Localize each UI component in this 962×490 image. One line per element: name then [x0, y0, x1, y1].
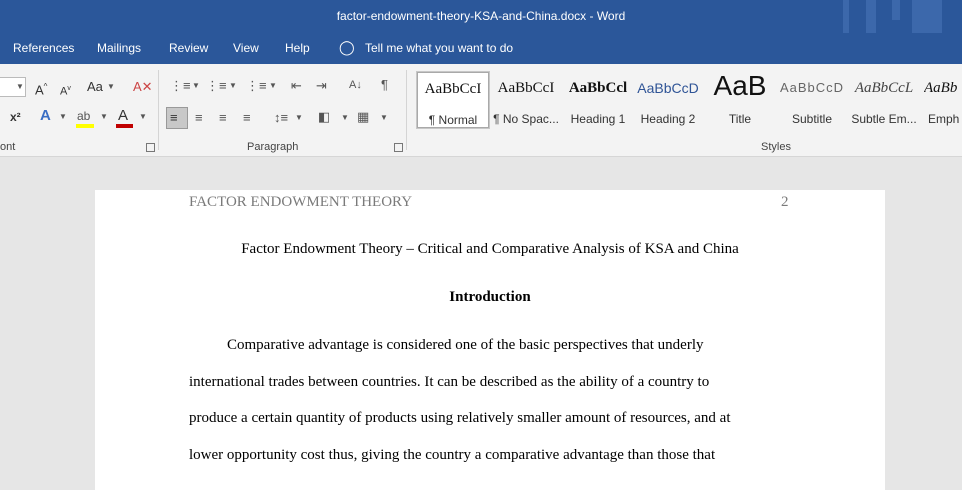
titlebar-decoration: [843, 0, 849, 33]
style-normal[interactable]: AaBbCcI ¶ Normal: [416, 71, 490, 129]
font-size-box[interactable]: ▼: [0, 77, 26, 97]
grow-font-icon[interactable]: A^: [35, 79, 47, 98]
chevron-down-icon[interactable]: ▼: [192, 78, 200, 94]
style-preview: AaBbCcD: [637, 80, 699, 96]
running-head: FACTOR ENDOWMENT THEORY: [189, 194, 413, 210]
font-group-label: ont: [0, 141, 16, 153]
borders-icon[interactable]: ▦: [357, 109, 369, 125]
chevron-down-icon[interactable]: ▼: [139, 109, 147, 125]
paragraph-dialog-launcher-icon[interactable]: .: [394, 143, 403, 152]
chevron-down-icon[interactable]: ▼: [100, 109, 108, 125]
style-emphasis[interactable]: AaBb Emph: [920, 72, 962, 128]
justify-icon[interactable]: ≡: [243, 110, 251, 126]
style-name: Emph: [928, 112, 960, 126]
multilevel-list-icon[interactable]: ⋮≡: [246, 78, 267, 94]
style-preview: AaBbCcL: [854, 80, 914, 96]
lightbulb-icon[interactable]: ◯: [339, 39, 355, 56]
highlight-icon[interactable]: ab: [77, 108, 90, 124]
style-name: Heading 2: [640, 112, 696, 126]
styles-gallery: AaBbCcI ¶ Normal AaBbCcI ¶ No Spac... Aa…: [414, 68, 962, 132]
group-separator: [406, 70, 407, 150]
superscript-icon[interactable]: x²: [10, 109, 21, 125]
style-title[interactable]: AaB Title: [704, 70, 776, 128]
style-name: ¶ Normal: [428, 113, 478, 127]
align-center-icon[interactable]: ≡: [195, 110, 203, 126]
style-name: Title: [728, 112, 752, 126]
chevron-down-icon[interactable]: ▼: [295, 110, 303, 126]
style-preview: AaB: [713, 70, 767, 101]
titlebar-decoration: [912, 0, 942, 33]
decrease-indent-icon[interactable]: ⇤: [291, 78, 302, 94]
highlight-color-bar: [76, 124, 94, 128]
align-left-button[interactable]: ≡: [166, 107, 188, 129]
shading-icon[interactable]: ◧: [318, 109, 330, 125]
paragraph-group-label: Paragraph: [247, 141, 299, 153]
section-heading[interactable]: Introduction: [95, 289, 885, 306]
document-page[interactable]: FACTOR ENDOWMENT THEORY 2 Factor Endowme…: [95, 190, 885, 490]
style-no-spacing[interactable]: AaBbCcI ¶ No Spac...: [490, 72, 562, 128]
style-subtle-emphasis[interactable]: AaBbCcL Subtle Em...: [848, 72, 920, 128]
titlebar-decoration: [866, 0, 876, 33]
style-heading-2[interactable]: AaBbCcD Heading 2: [632, 72, 704, 128]
style-name: ¶ No Spac...: [493, 112, 559, 126]
style-preview: AaBbCcl: [568, 80, 628, 96]
document-title[interactable]: Factor Endowment Theory – Critical and C…: [95, 241, 885, 258]
ribbon: ▼ A^ Av Aa ▼ A✕ x² A ▼ ab ▼ A ▼ ont . ⋮≡…: [0, 64, 962, 157]
style-preview: AaBbCcI: [497, 80, 555, 96]
bullets-icon[interactable]: ⋮≡: [170, 78, 191, 94]
font-color-icon[interactable]: A: [118, 108, 128, 124]
tab-mailings[interactable]: Mailings: [97, 41, 141, 55]
style-preview: AaBbCcI: [424, 81, 482, 97]
title-bar: factor-endowment-theory-KSA-and-China.do…: [0, 0, 962, 33]
style-subtitle[interactable]: AaBbCcD Subtitle: [776, 72, 848, 128]
style-name: Heading 1: [570, 112, 626, 126]
chevron-down-icon[interactable]: ▼: [380, 110, 388, 126]
style-heading-1[interactable]: AaBbCcl Heading 1: [562, 72, 634, 128]
titlebar-decoration: [892, 0, 900, 20]
window-title: factor-endowment-theory-KSA-and-China.do…: [336, 9, 626, 23]
chevron-down-icon[interactable]: ▼: [229, 78, 237, 94]
line-spacing-icon[interactable]: ↕≡: [274, 110, 288, 126]
body-line[interactable]: Comparative advantage is considered one …: [227, 337, 704, 354]
body-line[interactable]: lower opportunity cost thus, giving the …: [189, 447, 715, 464]
change-case-icon[interactable]: Aa: [87, 79, 103, 95]
style-preview: AaBb: [924, 80, 958, 96]
ribbon-tabs: References Mailings Review View Help ◯ T…: [0, 33, 962, 64]
font-color-bar: [116, 124, 133, 128]
increase-indent-icon[interactable]: ⇥: [316, 78, 327, 94]
chevron-down-icon[interactable]: ▼: [269, 78, 277, 94]
body-line[interactable]: produce a certain quantity of products u…: [189, 410, 731, 427]
text-effects-icon[interactable]: A: [40, 108, 51, 124]
style-preview: AaBbCcD: [779, 80, 845, 95]
group-separator: [158, 70, 159, 150]
font-dialog-launcher-icon[interactable]: .: [146, 143, 155, 152]
style-name: Subtitle: [791, 112, 833, 126]
show-paragraph-marks-icon[interactable]: ¶: [381, 77, 388, 93]
styles-group-label: Styles: [761, 141, 791, 153]
chevron-down-icon[interactable]: ▼: [16, 79, 24, 95]
chevron-down-icon[interactable]: ▼: [341, 110, 349, 126]
chevron-down-icon[interactable]: ▼: [59, 109, 67, 125]
sort-icon[interactable]: A↓: [349, 77, 362, 93]
clear-formatting-icon[interactable]: A✕: [133, 79, 153, 95]
tab-references[interactable]: References: [13, 41, 74, 55]
tab-help[interactable]: Help: [285, 41, 310, 55]
align-right-icon[interactable]: ≡: [219, 110, 227, 126]
style-name: Subtle Em...: [851, 112, 917, 126]
numbering-icon[interactable]: ⋮≡: [206, 78, 227, 94]
tell-me-search[interactable]: Tell me what you want to do: [365, 41, 513, 55]
shrink-font-icon[interactable]: Av: [60, 81, 71, 100]
page-number: 2: [781, 194, 789, 210]
chevron-down-icon[interactable]: ▼: [107, 79, 115, 95]
document-canvas: FACTOR ENDOWMENT THEORY 2 Factor Endowme…: [0, 158, 962, 490]
align-left-icon: ≡: [170, 110, 178, 125]
tab-review[interactable]: Review: [169, 41, 208, 55]
body-line[interactable]: international trades between countries. …: [189, 374, 709, 391]
tab-view[interactable]: View: [233, 41, 259, 55]
